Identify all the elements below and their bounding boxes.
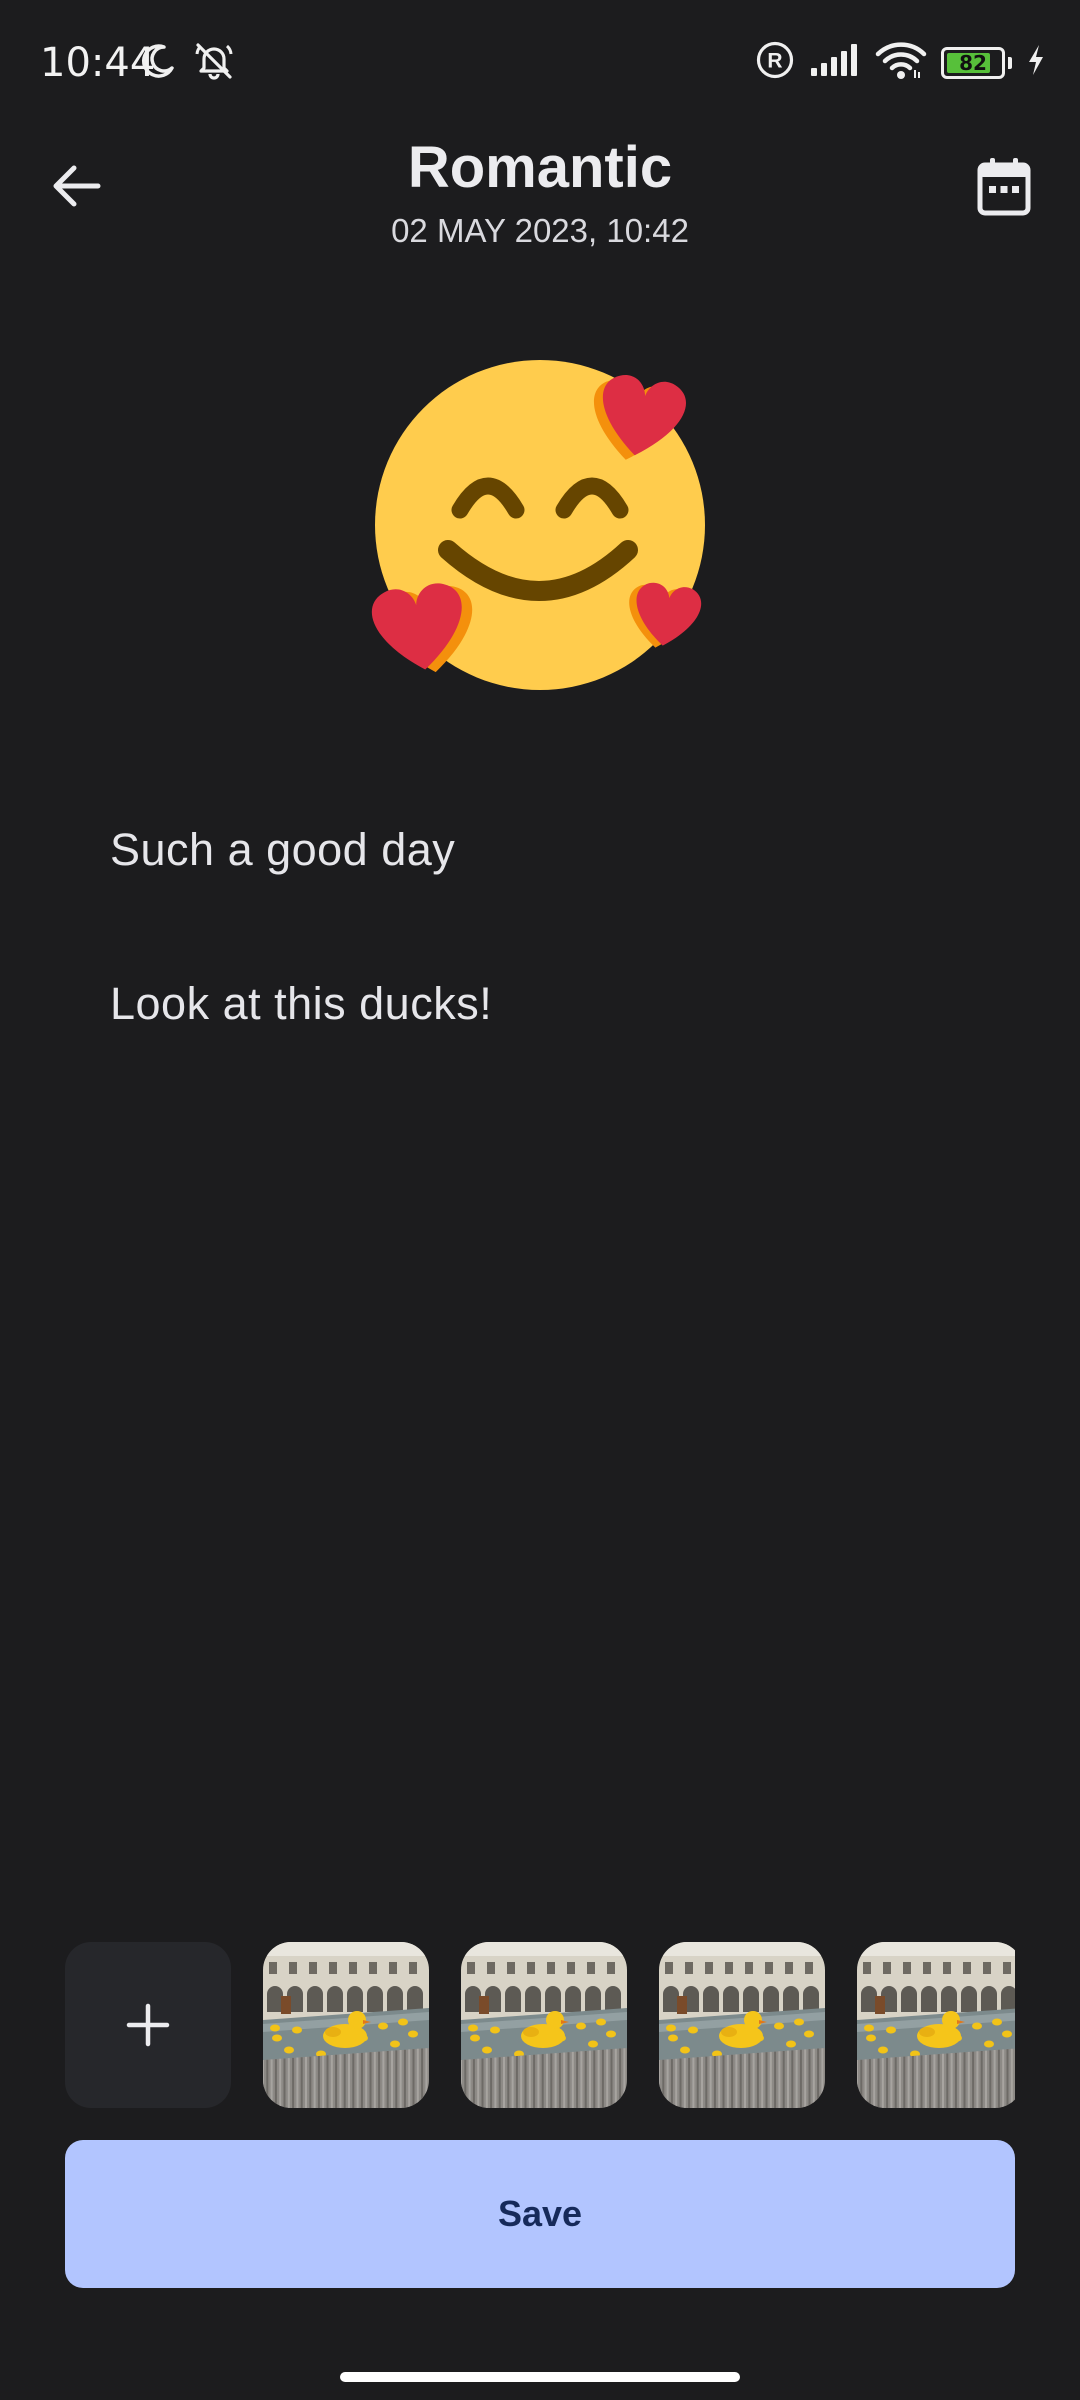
plus-icon (126, 2003, 170, 2047)
signal-icon (809, 42, 861, 83)
wifi-icon (875, 40, 927, 85)
photo-thumbnail[interactable] (857, 1942, 1015, 2108)
calendar-button[interactable] (968, 150, 1040, 222)
page-title: Romantic (407, 135, 673, 200)
battery-level: 82 (959, 50, 987, 75)
add-photo-button[interactable] (65, 1942, 231, 2108)
bell-off-icon (192, 40, 236, 87)
status-left-icons (138, 40, 236, 87)
ducks-fountain-photo (857, 1942, 1015, 2108)
charging-icon (1026, 43, 1046, 82)
status-bar: 10:44 R 82 (0, 0, 1080, 130)
moon-icon (138, 41, 178, 86)
registered-icon: R (755, 40, 795, 85)
note-line[interactable]: Such a good day (110, 824, 455, 876)
photo-thumbnail[interactable] (263, 1942, 429, 2108)
photo-thumbnail[interactable] (461, 1942, 627, 2108)
photo-strip[interactable] (65, 1942, 1015, 2108)
ducks-fountain-photo (263, 1942, 429, 2108)
photo-thumbnail[interactable] (659, 1942, 825, 2108)
mood-emoji[interactable] (360, 350, 720, 700)
smiling-face-with-hearts-icon (371, 360, 705, 690)
battery-cap (1008, 56, 1012, 69)
ducks-fountain-photo (659, 1942, 825, 2108)
home-indicator[interactable] (340, 2372, 740, 2382)
ducks-fountain-photo (461, 1942, 627, 2108)
svg-text:R: R (767, 50, 782, 73)
battery-icon: 82 (941, 46, 1012, 79)
calendar-icon (977, 158, 1031, 216)
note-line[interactable]: Look at this ducks! (110, 978, 492, 1030)
status-right-icons: R 82 (755, 40, 1046, 85)
entry-datetime[interactable]: 02 MAY 2023, 10:42 (0, 212, 1080, 250)
save-button[interactable]: Save (65, 2140, 1015, 2288)
battery-body: 82 (941, 46, 1005, 79)
